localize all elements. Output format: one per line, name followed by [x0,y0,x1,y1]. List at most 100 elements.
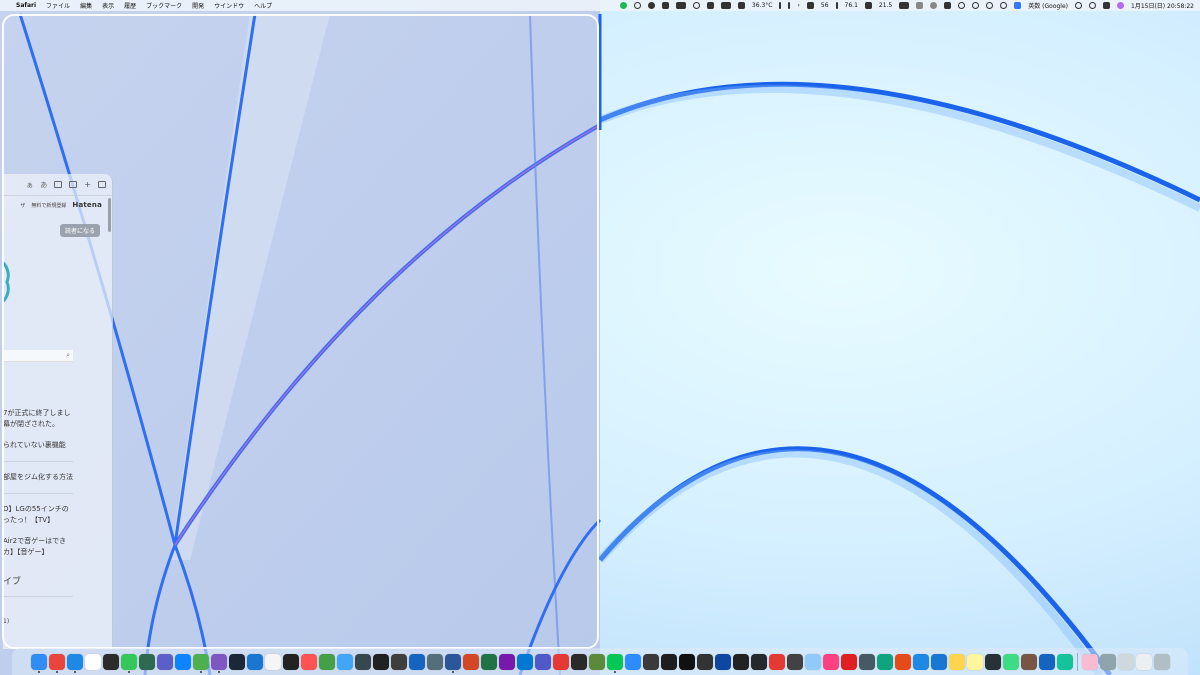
display-icon[interactable] [944,2,952,9]
dock-terminal-2-icon[interactable] [984,653,1001,670]
dock-finder-icon[interactable] [30,653,47,673]
dock-teams-icon[interactable] [534,653,551,670]
dock-editor-green-icon[interactable] [318,653,335,670]
dock-opera-icon[interactable] [768,653,785,670]
menu-view[interactable]: 表示 [102,1,114,10]
dock-xcode-icon[interactable] [930,653,947,670]
dock-figma-icon[interactable] [660,653,677,670]
dock-vscode-icon[interactable] [246,653,263,670]
dock-display-icon[interactable] [696,653,713,670]
dock-clock-icon[interactable] [264,653,281,670]
dock-terminal-icon[interactable] [678,653,695,670]
headphones-icon[interactable] [958,2,966,9]
grammarly-icon[interactable] [633,2,641,9]
dock-mouse-app-icon[interactable] [858,653,875,670]
dock-excel-icon[interactable] [480,653,497,670]
dock-minecraft-icon[interactable] [588,653,605,670]
dock-word-blue-icon[interactable] [444,653,461,673]
dock-trash-icon[interactable] [1153,653,1170,670]
dock-notion-icon[interactable] [84,653,101,670]
chevron-right-icon[interactable]: › [797,2,799,9]
dock-acrobat-icon[interactable] [840,653,857,670]
dock-epic-icon[interactable] [570,653,587,670]
dock-tv-icon[interactable] [714,653,731,670]
clipboard-icon[interactable] [706,2,714,9]
dock-chatgpt-icon[interactable] [390,653,407,670]
menu-window[interactable]: ウインドウ [214,1,244,10]
dock-games-icon[interactable] [552,653,569,670]
dock-line-icon[interactable] [606,653,623,673]
dock-messages-icon[interactable] [120,653,137,673]
dock-notes-icon[interactable] [948,653,965,670]
download-icon[interactable] [661,2,669,9]
dock-finder-2-icon[interactable] [426,653,443,670]
dock-avatar-icon[interactable] [1081,653,1098,670]
menu-history[interactable]: 履歴 [124,1,136,10]
dock-chrome-icon[interactable] [48,653,65,673]
cpu-temperature[interactable]: 36.3°C [752,2,773,9]
input-source-label[interactable]: 英数 (Google) [1028,1,1068,10]
input-source-icon[interactable] [1014,2,1022,9]
window-icon[interactable] [916,2,924,9]
dock-preview-icon[interactable] [804,653,821,670]
dock-sketch-icon[interactable] [894,653,911,670]
dock-appstore-icon[interactable] [174,653,191,670]
control-center-icon[interactable] [1103,2,1110,9]
dock-onenote-icon[interactable] [498,653,515,670]
dock-android-icon[interactable] [1002,653,1019,670]
dock-chatgpt-2-icon[interactable] [876,653,893,670]
menubar-clock[interactable]: 1月15日(日) 20:58:22 [1131,1,1194,10]
stat-value-1[interactable]: 56 [821,2,829,9]
wifi-icon[interactable] [1075,2,1082,9]
user-icon[interactable] [986,2,994,9]
dock-ai-app-icon[interactable] [156,653,173,670]
dock-grammarly-icon[interactable] [1056,653,1073,670]
dock-appstore-2-icon[interactable] [336,653,353,670]
menu-app-name[interactable]: Safari [16,2,36,9]
dock-calculator-icon[interactable] [642,653,659,670]
gear-icon[interactable] [692,2,700,9]
play-icon[interactable] [1000,2,1008,9]
dock-safari-icon[interactable] [66,653,83,673]
search-icon[interactable] [1089,2,1096,9]
disk-icon[interactable] [806,2,814,9]
dock-tool-dark-icon[interactable] [354,653,371,670]
dock-github-icon[interactable] [750,653,767,670]
bird-icon[interactable] [899,2,910,9]
dock-stickies-icon[interactable] [966,653,983,670]
dock-folder-1-icon[interactable] [1099,653,1116,670]
dock-steam-icon[interactable] [228,653,245,670]
menu-file[interactable]: ファイル [46,1,70,10]
dock-monitor-icon[interactable] [282,653,299,670]
cloud-icon[interactable] [675,2,686,9]
a-box-icon[interactable] [737,2,745,9]
dock-jetbrains-icon[interactable] [822,653,839,670]
wechat-icon[interactable] [647,2,655,9]
menu-develop[interactable]: 開発 [192,1,204,10]
dock-outlook-icon[interactable] [516,653,533,670]
dock-mu-app-icon[interactable] [408,653,425,670]
dock-vscode-purple-icon[interactable] [210,653,227,673]
menu-bookmarks[interactable]: ブックマーク [146,1,182,10]
dock-unity-icon[interactable] [732,653,749,670]
menu-help[interactable]: ヘルプ [254,1,272,10]
dock-zoom-icon[interactable] [624,653,641,670]
dock-todo-icon[interactable] [1038,653,1055,670]
dock-doc-icon[interactable] [1135,653,1152,670]
dock-crate-icon[interactable] [1020,653,1037,670]
siri-icon[interactable] [1117,2,1124,9]
split-view-left-pane[interactable] [2,14,599,649]
share-icon[interactable] [930,2,938,9]
dock-terminal-like-icon[interactable] [192,653,209,673]
stat-value-3[interactable]: 21.5 [879,2,892,9]
dock-powerpoint-icon[interactable] [462,653,479,670]
menu-edit[interactable]: 編集 [80,1,92,10]
dock-bento-icon[interactable] [912,653,929,670]
dock-launch-icon[interactable] [300,653,317,670]
timemachine-icon[interactable] [972,2,980,9]
dock-folder-2-icon[interactable] [1117,653,1134,670]
dock-facetime-icon[interactable] [138,653,155,670]
spotify-icon[interactable] [619,2,627,9]
cpu-icon[interactable] [864,2,872,9]
stat-value-2[interactable]: 76.1 [845,2,858,9]
